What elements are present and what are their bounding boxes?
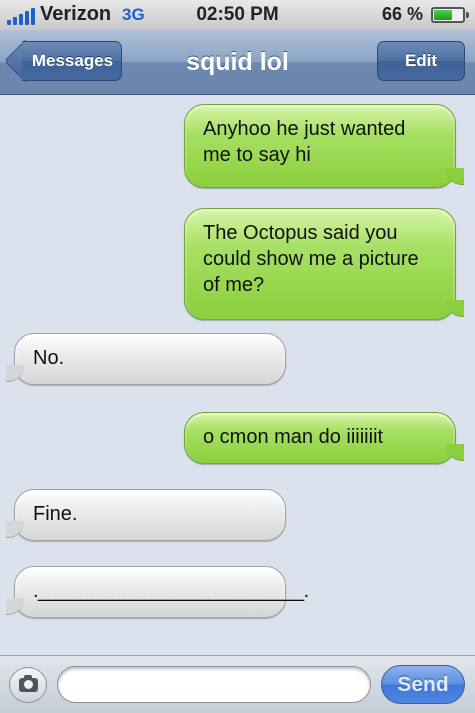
sent-message-bubble[interactable]: The Octopus said you could show me a pic…: [184, 208, 464, 320]
edit-button[interactable]: Edit: [377, 41, 465, 81]
camera-icon: [19, 675, 38, 692]
message-thread[interactable]: Anyhoo he just wanted me to say hi The O…: [0, 95, 475, 655]
received-message-bubble[interactable]: No.: [6, 333, 286, 385]
battery-icon: [431, 7, 469, 23]
sent-message-bubble[interactable]: Anyhoo he just wanted me to say hi: [184, 104, 464, 188]
send-button[interactable]: Send: [381, 665, 465, 704]
received-message-bubble[interactable]: ._________________________.: [6, 566, 309, 618]
battery-percentage: 66 %: [381, 4, 423, 24]
message-composer: Send: [0, 655, 475, 713]
camera-button[interactable]: [9, 667, 47, 703]
message-input[interactable]: [57, 666, 371, 703]
battery-level-fill: [434, 10, 453, 20]
sent-message-bubble[interactable]: o cmon man do iiiiiiit: [184, 412, 464, 464]
status-bar: Verizon 3G 02:50 PM 66 %: [0, 0, 475, 31]
navigation-bar: Messages squid lol Edit: [0, 30, 475, 95]
received-message-bubble[interactable]: Fine.: [6, 489, 286, 541]
